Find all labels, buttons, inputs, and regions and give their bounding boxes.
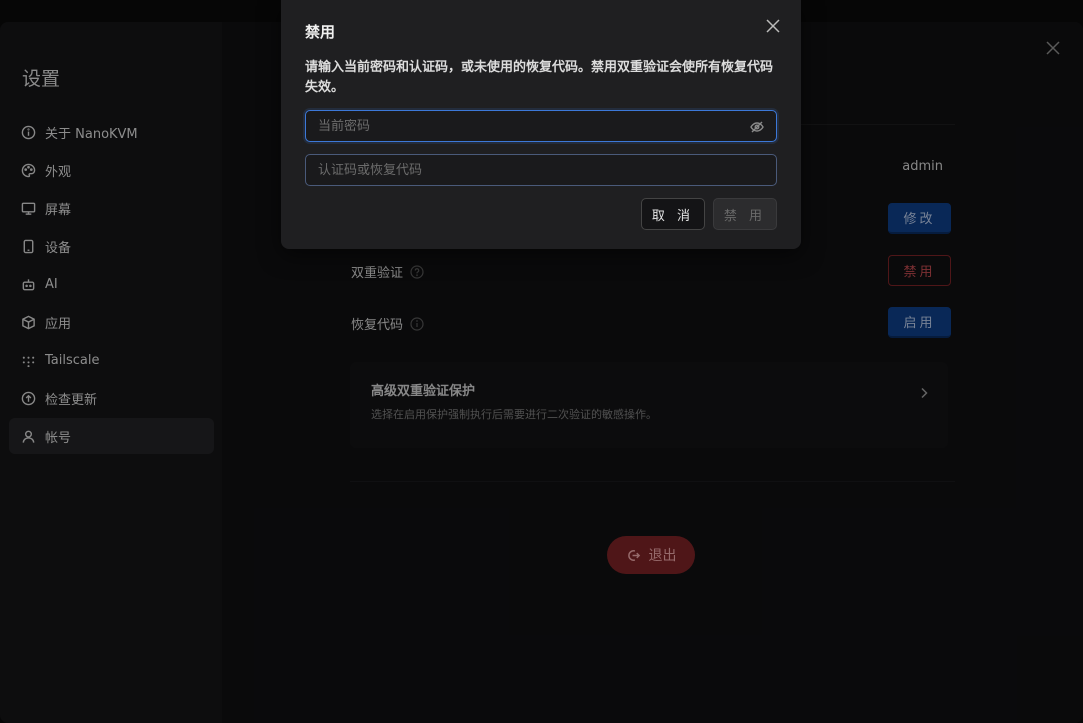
auth-code-input[interactable] xyxy=(318,162,764,178)
dialog-title: 禁用 xyxy=(305,23,336,41)
disable-two-factor-dialog: 禁用 请输入当前密码和认证码，或未使用的恢复代码。禁用双重验证会使所有恢复代码失… xyxy=(281,0,801,249)
auth-code-field[interactable] xyxy=(305,154,777,186)
cancel-button[interactable]: 取 消 xyxy=(641,198,705,230)
current-password-input[interactable] xyxy=(318,118,750,134)
dialog-description: 请输入当前密码和认证码，或未使用的恢复代码。禁用双重验证会使所有恢复代码失效。 xyxy=(305,60,774,95)
eye-off-icon[interactable] xyxy=(750,119,764,133)
close-icon[interactable] xyxy=(765,18,781,34)
current-password-field[interactable] xyxy=(305,110,777,142)
confirm-disable-button[interactable]: 禁 用 xyxy=(713,198,777,230)
